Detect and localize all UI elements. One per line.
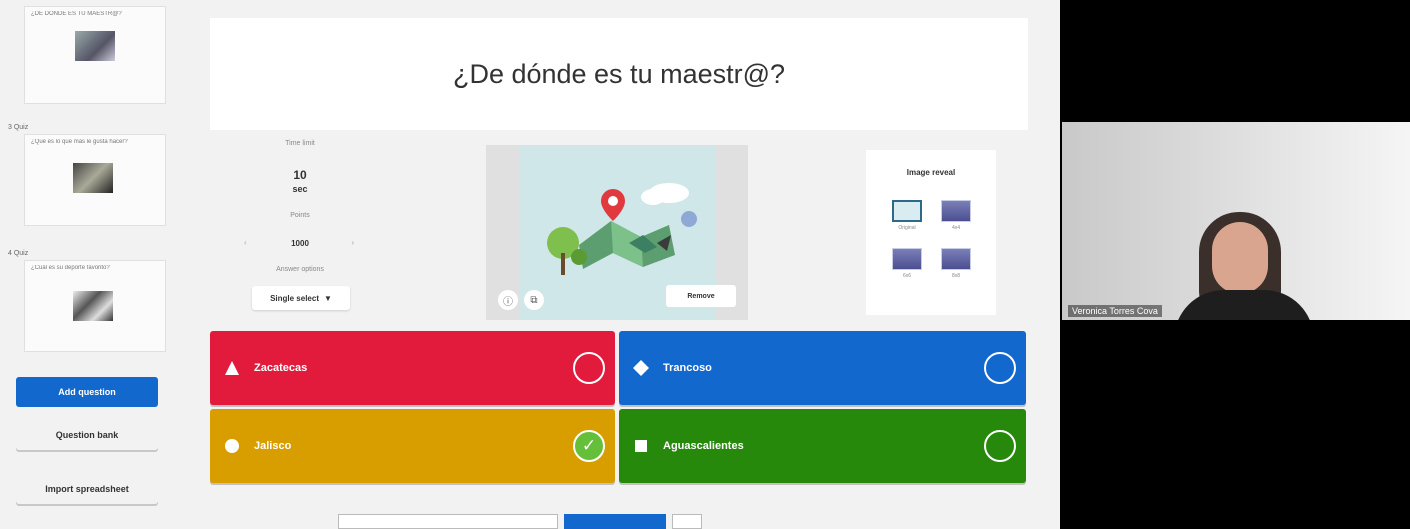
answer-1-text[interactable]: Zacatecas: [254, 362, 307, 374]
answer-3[interactable]: Jalisco ✓: [210, 409, 615, 483]
points-value[interactable]: 1000: [230, 239, 370, 248]
bottom-input[interactable]: [338, 514, 558, 529]
image-reveal-title: Image reveal: [906, 168, 956, 177]
screen: ¿DE DÓNDE ES TU MAESTR@? 3 Quiz ¿Qué es …: [0, 0, 1410, 529]
points-label: Points: [290, 212, 310, 219]
square-icon: [633, 438, 649, 454]
answer-options-value: Single select: [270, 293, 319, 303]
participant-body: [1174, 290, 1314, 320]
reveal-option-6x6[interactable]: 6x6: [887, 248, 927, 279]
participant-face: [1212, 222, 1268, 294]
reveal-option-label: Original: [898, 225, 916, 231]
answer-2-text[interactable]: Trancoso: [663, 362, 712, 374]
crop-icon[interactable]: ⧉: [524, 290, 544, 310]
question-bank-button[interactable]: Question bank: [16, 420, 158, 450]
answer-options-select[interactable]: Single select ▼: [252, 286, 350, 310]
info-icon[interactable]: ⓘ: [498, 290, 518, 310]
media-area: ⓘ ⧉ Remove: [486, 145, 748, 320]
answer-3-text[interactable]: Jalisco: [254, 440, 291, 452]
participant-name: Veronica Torres Cova: [1068, 305, 1162, 317]
reveal-4x4-icon: [941, 200, 971, 222]
answer-2[interactable]: Trancoso: [619, 331, 1026, 405]
slide-thumbnail: [75, 31, 115, 61]
slide-title: ¿Cuál es su deporte favorito?: [31, 265, 110, 271]
question-text[interactable]: ¿De dónde es tu maestr@?: [453, 59, 785, 90]
add-question-button[interactable]: Add question: [16, 377, 158, 407]
question-settings: Time limit 10 sec Points ‹ 1000 › Answer…: [230, 136, 370, 316]
answer-1[interactable]: Zacatecas: [210, 331, 615, 405]
correct-toggle[interactable]: [573, 352, 605, 384]
image-reveal-panel: Image reveal Original 4x4 6x6 8x8: [866, 150, 996, 315]
slide-sidebar: ¿DE DÓNDE ES TU MAESTR@? 3 Quiz ¿Qué es …: [0, 0, 172, 529]
answer-options-label: Answer options: [276, 266, 324, 273]
time-limit-label: Time limit: [285, 140, 315, 147]
reveal-option-label: 6x6: [902, 273, 912, 279]
correct-check-icon[interactable]: ✓: [573, 430, 605, 462]
reveal-option-4x4[interactable]: 4x4: [936, 200, 976, 231]
reveal-option-label: 4x4: [951, 225, 961, 231]
slide-title: ¿Qué es lo que más le gusta hacer?: [31, 139, 128, 145]
slide-type-label: 4 Quiz: [8, 250, 29, 257]
bottom-toolbar: [338, 514, 702, 529]
reveal-option-8x8[interactable]: 8x8: [936, 248, 976, 279]
reveal-option-original[interactable]: Original: [887, 200, 927, 231]
question-title-field[interactable]: ¿De dónde es tu maestr@?: [210, 18, 1028, 130]
triangle-icon: [224, 360, 240, 376]
slide-card[interactable]: ¿Qué es lo que más le gusta hacer?: [24, 134, 166, 226]
points-increase-icon[interactable]: ›: [351, 238, 354, 247]
correct-toggle[interactable]: [984, 430, 1016, 462]
slide-title: ¿DE DÓNDE ES TU MAESTR@?: [31, 11, 122, 17]
correct-toggle[interactable]: [984, 352, 1016, 384]
slide-type-label: 3 Quiz: [8, 124, 29, 131]
import-spreadsheet-button[interactable]: Import spreadsheet: [16, 474, 158, 504]
answer-4-text[interactable]: Aguascalientes: [663, 440, 744, 452]
time-limit-unit: sec: [292, 184, 308, 194]
chevron-down-icon: ▼: [324, 293, 332, 303]
answer-4[interactable]: Aguascalientes: [619, 409, 1026, 483]
reveal-option-label: 8x8: [951, 273, 961, 279]
video-panel: Veronica Torres Cova: [1060, 0, 1410, 529]
bottom-small-button[interactable]: [672, 514, 702, 529]
slide-thumbnail: [73, 163, 113, 193]
slide-thumbnail: [73, 291, 113, 321]
time-limit-value[interactable]: 10: [230, 168, 370, 182]
bottom-primary-button[interactable]: [564, 514, 666, 529]
diamond-icon: [633, 360, 649, 376]
reveal-8x8-icon: [941, 248, 971, 270]
slide-card[interactable]: ¿DE DÓNDE ES TU MAESTR@?: [24, 6, 166, 104]
reveal-6x6-icon: [892, 248, 922, 270]
question-editor: ¿De dónde es tu maestr@? Time limit 10 s…: [172, 0, 1060, 529]
slide-card[interactable]: ¿Cuál es su deporte favorito?: [24, 260, 166, 352]
reveal-original-icon: [892, 200, 922, 222]
participant-video[interactable]: Veronica Torres Cova: [1062, 122, 1410, 320]
circle-icon: [224, 438, 240, 454]
remove-image-button[interactable]: Remove: [666, 285, 736, 307]
